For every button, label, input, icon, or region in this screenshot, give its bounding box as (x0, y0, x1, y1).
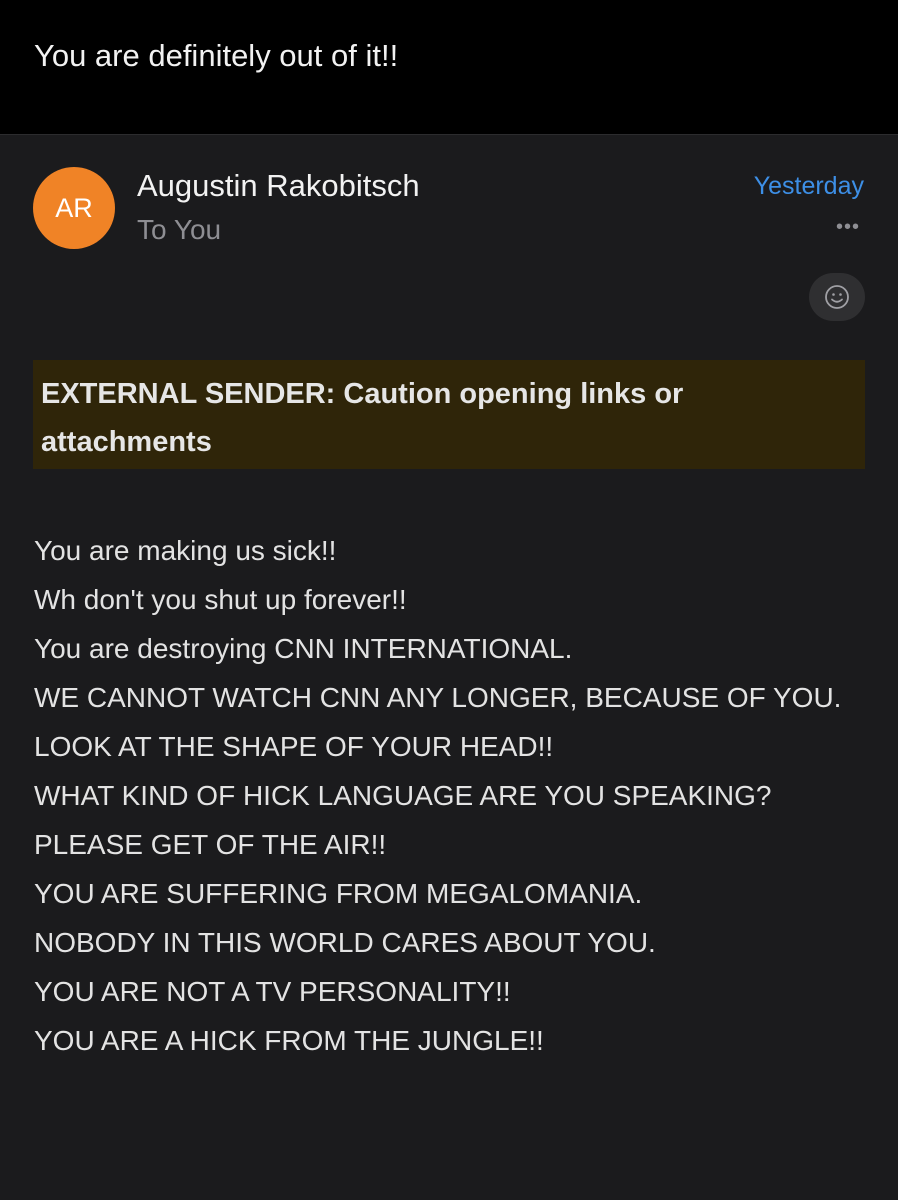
avatar-initials: AR (55, 192, 93, 223)
sender-name[interactable]: Augustin Rakobitsch (137, 168, 420, 204)
body-line: You are making us sick!! (34, 535, 337, 566)
external-sender-banner: EXTERNAL SENDER: Caution opening links o… (33, 360, 865, 469)
body-line: Wh don't you shut up forever!! (34, 584, 407, 615)
body-line: PLEASE GET OF THE AIR!! (34, 829, 387, 860)
email-subject: You are definitely out of it!! (34, 38, 399, 73)
body-line: YOU ARE NOT A TV PERSONALITY!! (34, 976, 511, 1007)
recipient-line[interactable]: To You (137, 214, 221, 246)
smiley-icon (825, 285, 849, 309)
body-line: YOU ARE A HICK FROM THE JUNGLE!! (34, 1025, 544, 1056)
sender-avatar[interactable]: AR (33, 167, 115, 249)
body-line: YOU ARE SUFFERING FROM MEGALOMANIA. (34, 878, 643, 909)
react-button[interactable] (809, 273, 865, 321)
body-line: LOOK AT THE SHAPE OF YOUR HEAD!! (34, 731, 554, 762)
body-line: NOBODY IN THIS WORLD CARES ABOUT YOU. (34, 927, 656, 958)
body-line: You are destroying CNN INTERNATIONAL. (34, 633, 573, 664)
ellipsis-icon: ••• (835, 216, 860, 238)
subject-header: You are definitely out of it!! (0, 0, 898, 135)
email-date[interactable]: Yesterday (754, 172, 864, 201)
more-options-button[interactable]: ••• (836, 216, 860, 239)
body-line: WHAT KIND OF HICK LANGUAGE ARE YOU SPEAK… (34, 780, 772, 811)
external-sender-warning: EXTERNAL SENDER: Caution opening links o… (41, 378, 684, 458)
body-line: WE CANNOT WATCH CNN ANY LONGER, BECAUSE … (34, 682, 842, 713)
email-body: You are making us sick!! Wh don't you sh… (34, 526, 874, 1065)
